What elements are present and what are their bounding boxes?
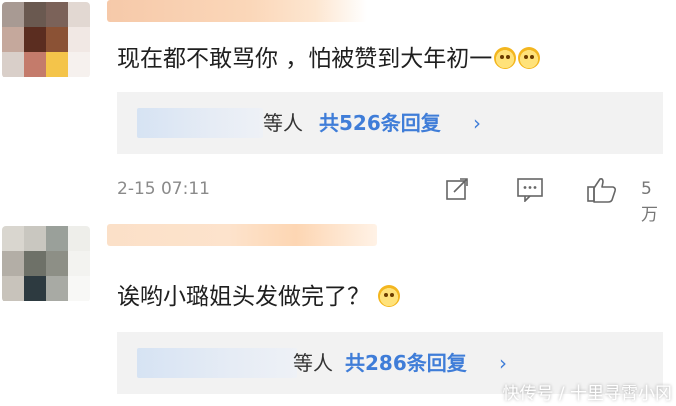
reply-summary-box[interactable]: 等人 共526条回复 › bbox=[117, 92, 663, 154]
reply-count-link[interactable]: 共526条回复 bbox=[319, 108, 441, 138]
thumb-up-icon[interactable] bbox=[586, 176, 618, 203]
comment-icon[interactable] bbox=[516, 176, 544, 202]
reply-suffix: 等人 bbox=[263, 111, 303, 135]
comment-timestamp: 2-15 07:11 bbox=[117, 179, 210, 199]
laughing-cat-emoji bbox=[378, 285, 400, 307]
reply-usernames-blurred bbox=[137, 108, 263, 138]
reply-count-link[interactable]: 共286条回复 bbox=[345, 348, 467, 378]
comment-item: 诶哟小璐姐头发做完了？ 等人 共286条回复 › bbox=[0, 214, 676, 406]
username-blurred[interactable] bbox=[107, 0, 367, 22]
comment-text-content: 诶哟小璐姐头发做完了？ bbox=[117, 284, 370, 310]
avatar[interactable] bbox=[2, 2, 90, 78]
comment-item: 现在都不敢骂你 ，怕被赞到大年初一 等人 共526条回复 › 2-15 07:1… bbox=[0, 0, 676, 225]
reply-usernames-blurred bbox=[137, 348, 297, 378]
comment-text: 现在都不敢骂你 ，怕被赞到大年初一 bbox=[117, 44, 541, 74]
reply-suffix: 等人 bbox=[293, 351, 333, 375]
laughing-cat-emoji bbox=[518, 47, 541, 69]
laughing-cat-emoji bbox=[494, 47, 517, 69]
comment-meta-row: 2-15 07:11 5万 bbox=[117, 176, 663, 225]
chevron-right-icon[interactable]: › bbox=[499, 348, 507, 378]
avatar[interactable] bbox=[2, 226, 90, 302]
watermark: 快传号 / 十里寻霄小冈 bbox=[502, 384, 672, 404]
comment-text-content: 现在都不敢骂你 ，怕被赞到大年初一 bbox=[117, 46, 493, 72]
share-icon[interactable] bbox=[444, 176, 470, 202]
username-blurred[interactable] bbox=[107, 224, 377, 246]
chevron-right-icon[interactable]: › bbox=[473, 108, 481, 138]
comment-text: 诶哟小璐姐头发做完了？ bbox=[117, 282, 400, 312]
